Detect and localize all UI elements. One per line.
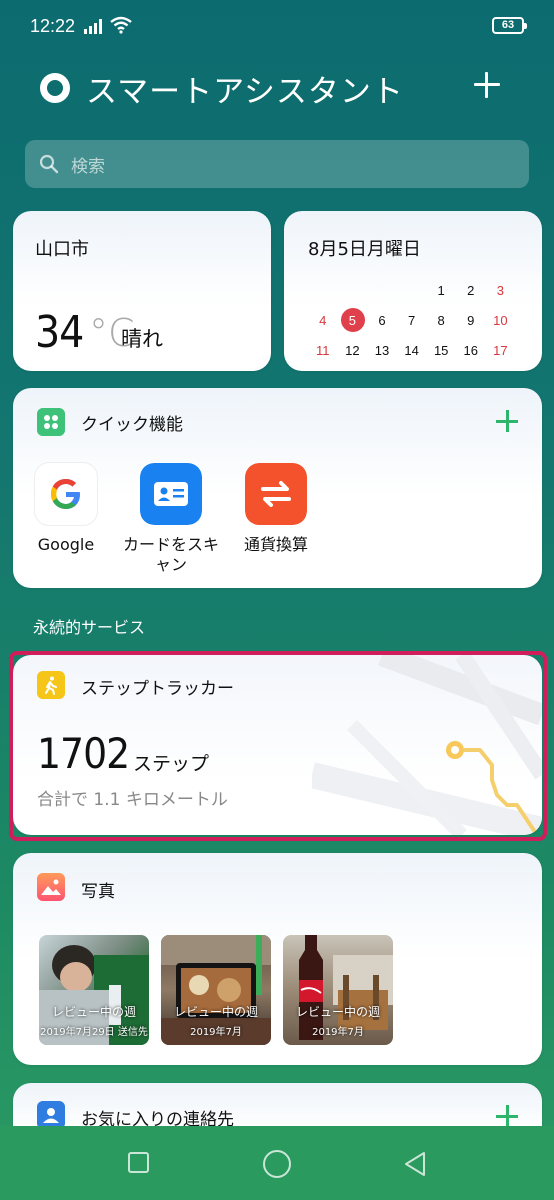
calendar-day-number: 14 <box>404 342 419 358</box>
calendar-day-number: 10 <box>493 312 508 328</box>
photo-caption: レビュー中の週 <box>295 1005 380 1019</box>
photo-thumbnail[interactable]: レビュー中の週 2019年7月29日 送信先 <box>39 935 149 1045</box>
photo-thumbnail[interactable]: レビュー中の週 2019年7月 <box>283 935 393 1045</box>
calendar-card[interactable]: 8月5日月曜日 1 2 3 4 5 6 7 8 9 10 11 12 13 14 15 16 17 <box>284 211 542 371</box>
calendar-day-number: 5 <box>348 312 356 328</box>
calendar-day-number: 3 <box>496 282 504 298</box>
calendar-day-number: 2 <box>467 282 475 298</box>
quick-functions-title: クイック機能 <box>81 415 183 435</box>
photos-icon <box>37 873 65 901</box>
photo-date: 2019年7月 <box>312 1027 364 1038</box>
calendar-day-number: 8 <box>437 312 445 328</box>
status-time: 12:22 <box>30 16 76 36</box>
page-title: スマートアシスタント <box>86 73 404 110</box>
search-input[interactable]: 検索 <box>25 140 529 188</box>
photo-thumbnail[interactable]: レビュー中の週 2019年7月 <box>161 935 271 1045</box>
calendar-day[interactable]: 14 <box>397 343 427 358</box>
favorite-contacts-add-button[interactable] <box>496 1105 518 1127</box>
quick-item-label: カードをスキャン <box>122 535 219 574</box>
assistant-logo-icon <box>40 73 70 103</box>
calendar-date-label: 8月5日月曜日 <box>308 239 421 260</box>
photo-date: 2019年7月29日 送信先 <box>40 1027 148 1038</box>
quick-item-card-scan[interactable]: カードをスキャン <box>121 463 221 575</box>
quick-item-label: Google <box>37 535 95 554</box>
google-icon <box>35 463 97 525</box>
calendar-grid: 1 2 3 4 5 6 7 8 9 10 11 12 13 14 15 16 17 <box>308 275 530 365</box>
search-icon <box>39 154 59 174</box>
quick-functions-add-button[interactable] <box>496 410 518 432</box>
search-placeholder: 検索 <box>71 156 105 177</box>
quick-functions-card: クイック機能 Google カードをスキャン 通貨換算 <box>13 388 542 588</box>
calendar-day-number: 12 <box>345 342 360 358</box>
calendar-day[interactable]: 10 <box>486 313 516 328</box>
currency-exchange-icon <box>245 463 307 525</box>
quick-item-google[interactable]: Google <box>16 463 116 555</box>
calendar-day[interactable]: 8 <box>426 313 456 328</box>
calendar-day[interactable]: 7 <box>397 313 427 328</box>
quick-functions-icon <box>37 408 65 436</box>
calendar-day[interactable]: 6 <box>367 313 397 328</box>
calendar-week-row: 4 5 6 7 8 9 10 <box>308 305 530 335</box>
calendar-day-number: 16 <box>463 342 478 358</box>
calendar-week-row: 1 2 3 <box>308 275 530 305</box>
weather-condition: 晴れ <box>121 327 163 351</box>
calendar-day[interactable]: 15 <box>426 343 456 358</box>
calendar-day[interactable]: 4 <box>308 313 338 328</box>
photo-date: 2019年7月 <box>190 1027 242 1038</box>
calendar-day[interactable]: 1 <box>426 283 456 298</box>
calendar-day-number: 17 <box>493 342 508 358</box>
card-scan-icon <box>140 463 202 525</box>
cellular-signal-icon <box>84 19 102 34</box>
calendar-day-number: 13 <box>374 342 390 358</box>
calendar-day-number: 4 <box>319 312 327 328</box>
calendar-day-number: 15 <box>433 342 449 358</box>
battery-icon: 63 <box>492 17 527 34</box>
contact-icon <box>37 1101 65 1129</box>
calendar-day[interactable]: 12 <box>338 343 368 358</box>
quick-item-currency[interactable]: 通貨換算 <box>226 463 326 555</box>
weather-city: 山口市 <box>35 239 89 260</box>
calendar-day[interactable]: 9 <box>456 313 486 328</box>
battery-level: 63 <box>501 19 515 31</box>
photos-title: 写真 <box>81 882 115 902</box>
calendar-day-number: 9 <box>467 312 475 328</box>
weather-temperature: 34 <box>35 307 84 358</box>
calendar-day[interactable]: 2 <box>456 283 486 298</box>
calendar-day[interactable]: 16 <box>456 343 486 358</box>
calendar-day[interactable]: 3 <box>486 283 516 298</box>
photos-card[interactable]: 写真 レビュー中の週 2019年7月29日 送信先 レビュー中の週 2019年7… <box>13 853 542 1065</box>
calendar-week-row: 11 12 13 14 15 16 17 <box>308 335 530 365</box>
navigation-bar <box>0 1126 554 1200</box>
weather-card[interactable]: 山口市 34 °C 晴れ <box>13 211 271 371</box>
status-bar: 12:22 63 <box>0 0 554 52</box>
photo-caption: レビュー中の週 <box>51 1005 136 1019</box>
quick-item-label: 通貨換算 <box>243 535 308 554</box>
calendar-day-number: 1 <box>437 282 445 298</box>
highlight-frame <box>9 651 547 841</box>
calendar-day-number: 7 <box>407 312 416 328</box>
app-header: スマートアシスタント <box>40 66 404 110</box>
recent-apps-icon[interactable] <box>128 1152 149 1173</box>
photo-caption: レビュー中の週 <box>173 1005 258 1019</box>
back-icon[interactable] <box>402 1150 428 1178</box>
calendar-day[interactable]: 11 <box>308 343 338 358</box>
home-icon[interactable] <box>263 1150 291 1178</box>
add-widget-button[interactable] <box>472 70 502 100</box>
wifi-icon <box>110 16 132 34</box>
calendar-day-number: 11 <box>316 342 330 358</box>
calendar-day-number: 6 <box>378 312 386 328</box>
calendar-day[interactable]: 17 <box>486 343 516 358</box>
calendar-day[interactable]: 13 <box>367 343 397 358</box>
section-title: 永続的サービス <box>33 618 146 637</box>
calendar-day-today[interactable]: 5 <box>338 307 368 332</box>
